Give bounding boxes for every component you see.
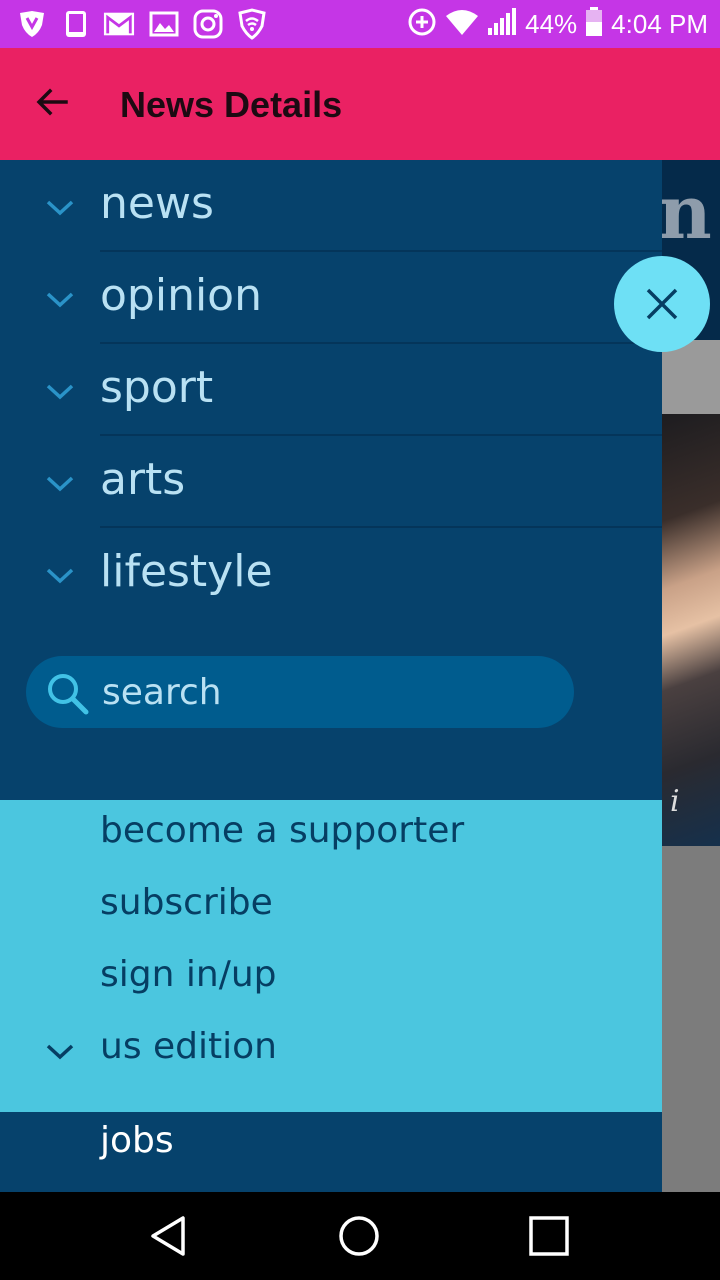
navigation-drawer: news opinion sport arts lifestyle become… [0, 160, 662, 1192]
nav-recents-icon [529, 1216, 569, 1256]
chevron-down-icon [46, 200, 74, 216]
wifi-shield-icon [236, 8, 268, 40]
chevron-down-icon [46, 476, 74, 492]
drawer-item-sport[interactable]: sport [0, 344, 662, 436]
nav-back-icon [151, 1216, 185, 1256]
nav-home-icon [339, 1216, 379, 1256]
drawer-item-news[interactable]: news [0, 160, 662, 252]
status-right: 44% 4:04 PM [407, 0, 708, 48]
drawer-item-label: lifestyle [100, 546, 273, 597]
search-input[interactable] [102, 664, 542, 720]
image-icon [148, 8, 180, 40]
battery-percent: 44% [525, 8, 578, 39]
edition-selector[interactable]: us edition [100, 1026, 277, 1067]
masthead-letter: n [658, 170, 712, 256]
gmail-icon [103, 8, 135, 40]
nav-home-button[interactable] [331, 1208, 387, 1264]
app-bar: News Details [0, 48, 720, 160]
drawer-item-label: news [100, 178, 214, 229]
drawer-item-label: opinion [100, 270, 262, 321]
nav-back-button[interactable] [141, 1208, 197, 1264]
search-box[interactable] [26, 656, 574, 728]
drawer-item-lifestyle[interactable]: lifestyle [0, 528, 662, 620]
page-title: News Details [120, 84, 343, 125]
subscribe-link[interactable]: subscribe [100, 882, 273, 923]
close-drawer-button[interactable] [614, 256, 710, 352]
system-nav-bar [0, 1192, 720, 1280]
drawer-item-label: arts [100, 454, 186, 505]
clock: 4:04 PM [611, 8, 708, 39]
drawer-item-arts[interactable]: arts [0, 436, 662, 528]
nav-recents-button[interactable] [521, 1208, 577, 1264]
secondary-links-panel: become a supporter subscribe sign in/up … [0, 800, 662, 1112]
drawer-item-opinion[interactable]: opinion [0, 252, 662, 344]
back-button[interactable] [24, 76, 80, 132]
close-icon [646, 288, 678, 320]
battery-icon [585, 7, 603, 41]
drawer-item-label: sport [100, 362, 214, 413]
become-supporter-link[interactable]: become a supporter [100, 810, 464, 851]
search-icon [48, 674, 89, 715]
data-saver-icon [407, 7, 437, 41]
photo-caption-letter: i [670, 784, 680, 819]
wifi-icon [445, 8, 479, 40]
chevron-down-icon [46, 384, 74, 400]
sign-in-link[interactable]: sign in/up [100, 954, 276, 995]
shield-icon [16, 8, 48, 40]
jobs-link[interactable]: jobs [100, 1120, 174, 1161]
signal-icon [487, 8, 517, 40]
arrow-back-icon [34, 84, 70, 124]
instagram-icon [192, 8, 224, 40]
tablet-icon [60, 8, 92, 40]
chevron-down-icon [46, 568, 74, 584]
chevron-down-icon [46, 292, 74, 308]
chevron-down-icon [46, 1044, 74, 1060]
status-bar: 44% 4:04 PM [0, 0, 720, 48]
